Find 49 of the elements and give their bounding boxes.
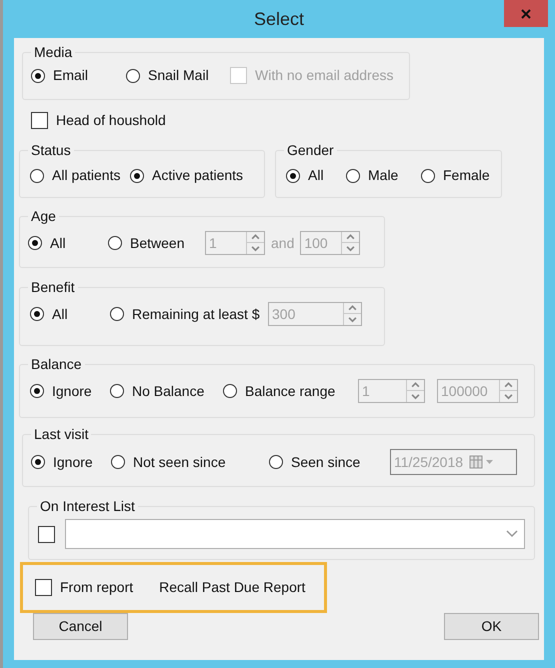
radio-button[interactable] [111,455,125,469]
radio-button[interactable] [30,168,44,182]
radio-label: No Balance [132,382,204,400]
radio-button[interactable] [30,307,44,321]
dialog-button[interactable]: Cancel [33,613,128,640]
close-button[interactable] [504,0,548,27]
radio-label: All [308,166,324,185]
radio-button[interactable] [30,384,44,398]
radio-label: Male [368,166,398,185]
radio-label: Female [443,166,490,185]
radio-label: All [52,304,68,324]
radio-label: Remaining at least $ [132,304,260,324]
radio-button[interactable] [223,384,237,398]
radio-button[interactable] [421,168,435,182]
radio-button[interactable] [31,68,45,82]
checkbox[interactable] [35,579,52,596]
window-title: Select [254,8,304,30]
radio-label: Not seen since [133,452,226,472]
radio-button[interactable] [28,236,42,250]
checkbox-label: From report [60,578,134,597]
checkbox[interactable] [31,112,48,128]
checkbox-label: Head of houshold [56,110,166,130]
radio-button[interactable] [130,168,144,182]
radio-label: All patients [52,166,120,185]
checkbox-label: With no email address [255,66,394,85]
radio-label: Active patients [152,166,244,185]
dropdown-field[interactable] [65,519,525,549]
radio-button[interactable] [31,455,45,469]
radio-button[interactable] [110,307,124,321]
radio-label: Between [130,234,184,252]
radio-label: All [50,234,66,252]
radio-label: Seen since [291,452,360,472]
report-name: Recall Past Due Report [159,578,306,597]
close-icon [521,8,531,18]
radio-label: Snail Mail [148,66,209,85]
radio-button[interactable] [346,168,360,182]
radio-button[interactable] [269,455,283,469]
radio-button[interactable] [286,168,300,182]
radio-button[interactable] [108,236,122,250]
checkbox[interactable] [38,526,55,542]
chevron-down-icon [506,530,518,538]
and-label: and [271,234,294,252]
radio-label: Email [53,66,88,85]
radio-label: Balance range [245,382,336,401]
radio-button[interactable] [126,68,140,82]
dialog-button[interactable]: OK [444,613,539,640]
radio-label: Ignore [52,382,92,401]
radio-label: Ignore [53,452,93,472]
radio-button[interactable] [110,384,124,398]
